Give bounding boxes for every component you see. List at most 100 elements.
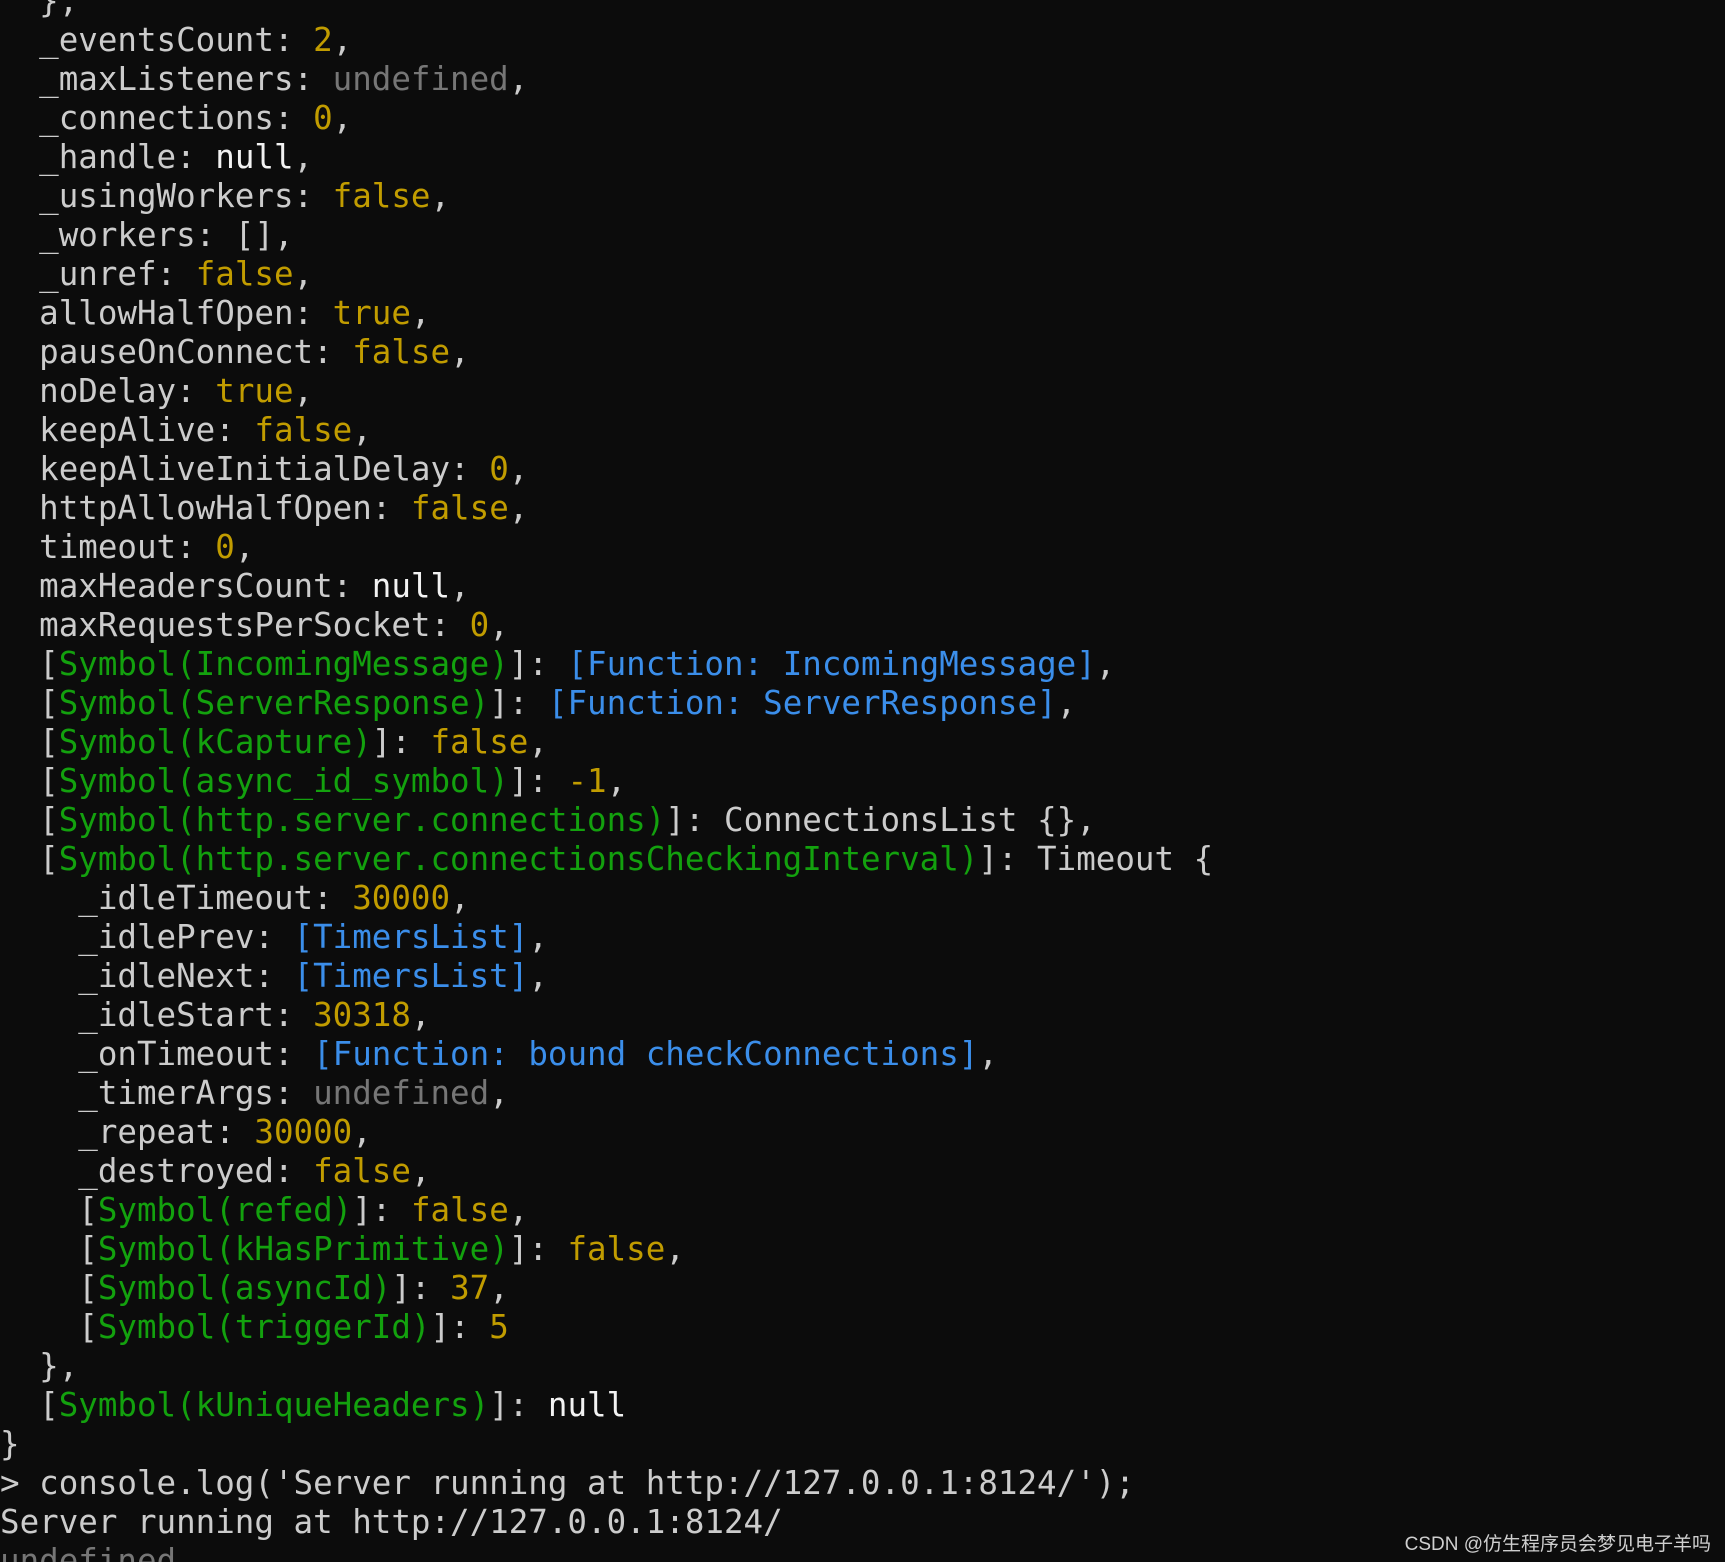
token: [TimersList] (293, 918, 529, 956)
token: ]: (508, 1230, 568, 1268)
token: keepAlive: (39, 411, 255, 449)
token: true (215, 372, 294, 410)
token: _usingWorkers: (39, 177, 333, 215)
terminal-line: undefined (0, 1542, 1213, 1562)
token: [ (39, 684, 59, 722)
token: , (352, 1113, 372, 1151)
token: , (489, 1269, 509, 1307)
terminal-line: _idleTimeout: 30000, (0, 879, 1213, 918)
terminal-line: [Symbol(triggerId)]: 5 (0, 1308, 1213, 1347)
terminal-line: [Symbol(refed)]: false, (0, 1191, 1213, 1230)
token: _idleStart: (78, 996, 314, 1034)
watermark: CSDN @仿生程序员会梦见电子羊吗 (1404, 1534, 1711, 1555)
terminal-line: allowHalfOpen: true, (0, 294, 1213, 333)
token: Symbol(kHasPrimitive) (97, 1230, 509, 1268)
terminal-line: [Symbol(http.server.connectionsCheckingI… (0, 840, 1213, 879)
token: 0 (469, 606, 490, 644)
token: , (508, 450, 529, 488)
terminal-line: keepAliveInitialDelay: 0, (0, 450, 1213, 489)
terminal-line: [Symbol(http.server.connections)]: Conne… (0, 801, 1213, 840)
token: , (450, 567, 470, 605)
token: allowHalfOpen: (39, 294, 333, 332)
token: [Function: ServerResponse] (547, 684, 1057, 722)
token: } (0, 1425, 20, 1463)
token: ]: (489, 684, 548, 722)
token: undefined (332, 60, 509, 98)
terminal-line: maxRequestsPerSocket: 0, (0, 606, 1213, 645)
token: _timerArgs: (78, 1074, 314, 1112)
token: null (371, 567, 451, 605)
token: false (567, 1230, 666, 1268)
terminal-line: > console.log('Server running at http://… (0, 1464, 1213, 1503)
token: , (450, 333, 470, 371)
token: false (410, 489, 509, 527)
token: , (293, 372, 314, 410)
token: false (352, 333, 451, 371)
terminal-line: _maxListeners: undefined, (0, 60, 1213, 99)
token: noDelay: (39, 372, 216, 410)
terminal-line: _destroyed: false, (0, 1152, 1213, 1191)
token: [ (39, 645, 59, 683)
token: timeout: (39, 528, 216, 566)
token: , (332, 99, 353, 137)
token: [ (39, 762, 59, 800)
token: 0 (215, 528, 235, 566)
token: , (293, 138, 314, 176)
token: , (352, 411, 372, 449)
token: 2 (313, 21, 333, 59)
terminal-line: timeout: 0, (0, 528, 1213, 567)
terminal-window[interactable]: }, _eventsCount: 2, _maxListeners: undef… (0, 0, 1725, 1562)
token: null (215, 138, 294, 176)
terminal-line: _idlePrev: [TimersList], (0, 918, 1213, 957)
terminal-line: _eventsCount: 2, (0, 21, 1213, 60)
terminal-line: }, (0, 0, 1213, 21)
token: Symbol(refed) (97, 1191, 353, 1229)
token: false (410, 1191, 509, 1229)
token: 5 (489, 1308, 509, 1346)
token: _connections: (39, 99, 314, 137)
token: }, (39, 0, 79, 20)
token: [ (39, 723, 59, 761)
token: keepAliveInitialDelay: (39, 450, 490, 488)
token: _destroyed: (78, 1152, 314, 1190)
token: Symbol(kUniqueHeaders) (58, 1386, 490, 1424)
token: ]: ConnectionsList {}, (665, 801, 1096, 839)
terminal-line: [Symbol(kUniqueHeaders)]: null (0, 1386, 1213, 1425)
terminal-line: keepAlive: false, (0, 411, 1213, 450)
token: ]: (352, 1191, 411, 1229)
token: [ (78, 1308, 98, 1346)
token: maxRequestsPerSocket: (39, 606, 470, 644)
token: false (254, 411, 353, 449)
token: , (508, 60, 529, 98)
token: ]: (371, 723, 431, 761)
token: maxHeadersCount: (39, 567, 372, 605)
terminal-line: [Symbol(async_id_symbol)]: -1, (0, 762, 1213, 801)
terminal-line: [Symbol(IncomingMessage)]: [Function: In… (0, 645, 1213, 684)
token: _eventsCount: (39, 21, 314, 59)
token: _onTimeout: (78, 1035, 314, 1073)
token: 0 (313, 99, 333, 137)
terminal-line: pauseOnConnect: false, (0, 333, 1213, 372)
terminal-line: Server running at http://127.0.0.1:8124/ (0, 1503, 1213, 1542)
